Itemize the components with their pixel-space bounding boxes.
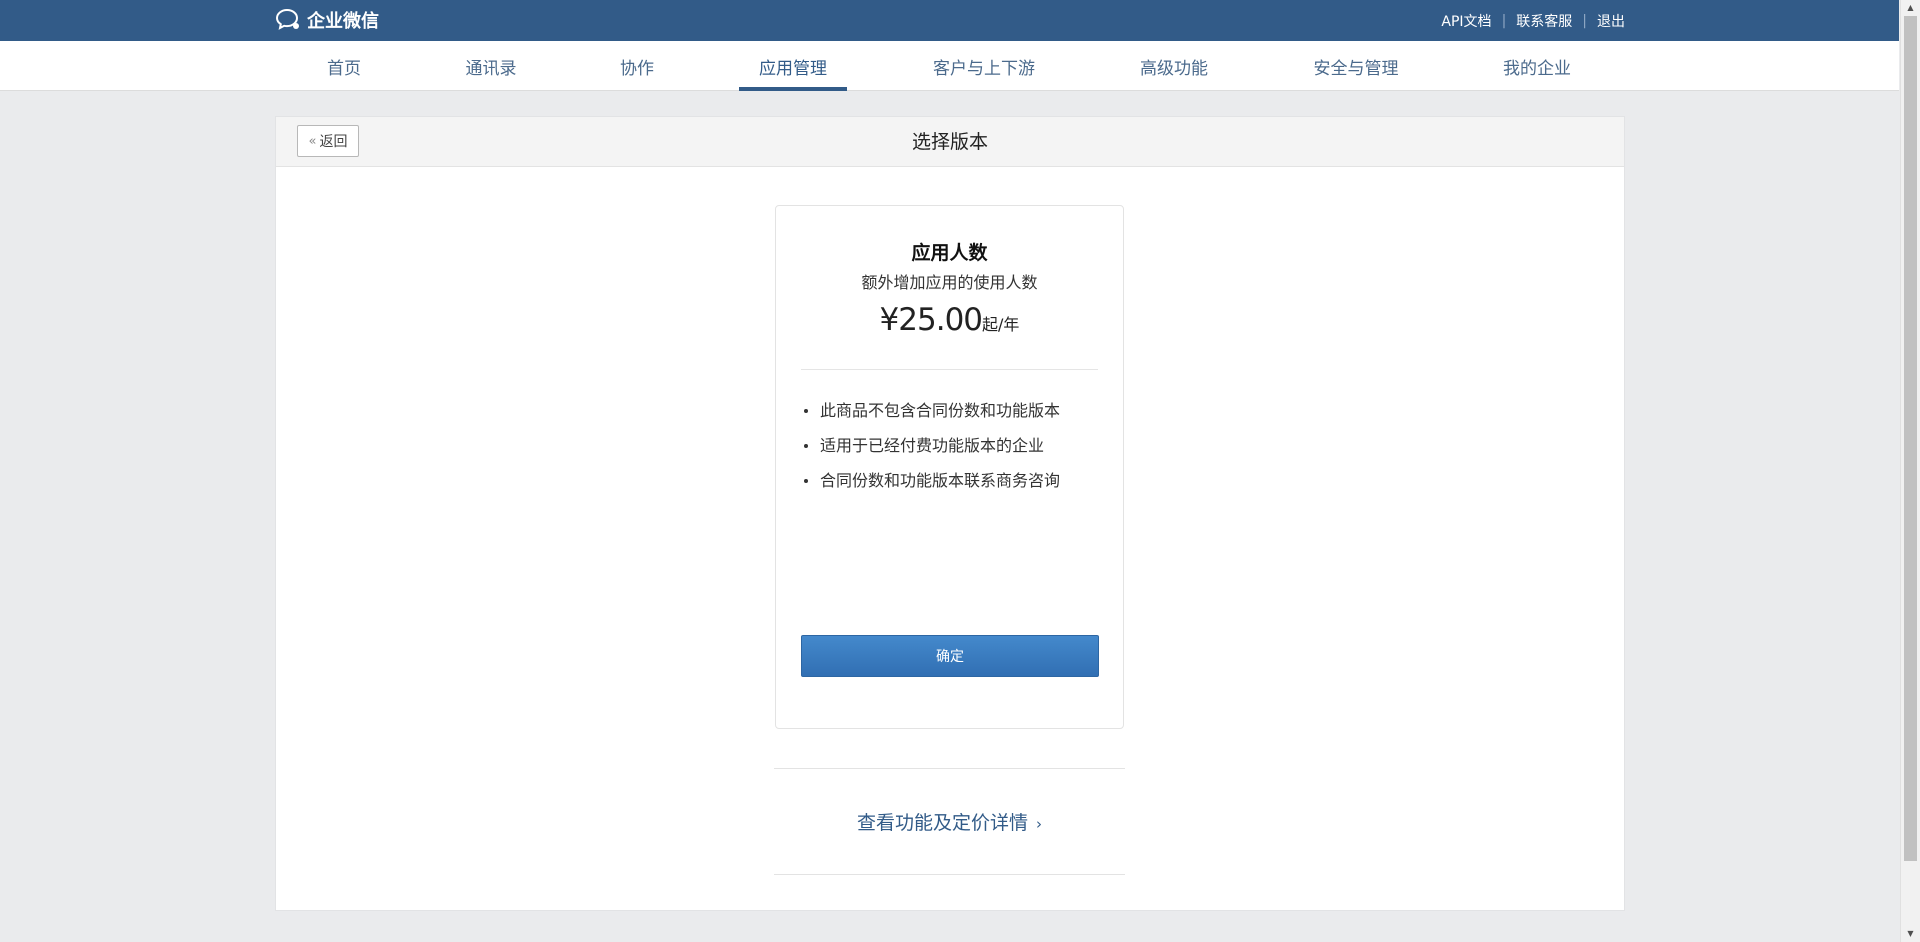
logo[interactable]: 企业微信 [275,8,379,32]
separator: | [1582,13,1587,29]
nav-app-management[interactable]: 应用管理 [739,41,847,91]
plan-title: 应用人数 [911,242,988,264]
price-unit: 起/年 [982,315,1020,334]
api-docs-link[interactable]: API文档 [1441,11,1491,31]
page-title: 选择版本 [911,131,988,153]
nav-contacts[interactable]: 通讯录 [457,41,525,91]
plan-subtitle: 额外增加应用的使用人数 [861,273,1038,292]
feature-item: 适用于已经付费功能版本的企业 [801,435,1060,470]
price-amount: ¥25.00 [879,302,983,338]
back-button[interactable]: « 返回 [297,125,359,157]
panel-header: 选择版本 « 返回 [276,117,1624,167]
top-links: API文档 | 联系客服 | 退出 [1441,11,1625,31]
nav-my-enterprise[interactable]: 我的企业 [1497,41,1577,91]
feature-item: 此商品不包含合同份数和功能版本 [801,400,1060,435]
nav-home[interactable]: 首页 [316,41,372,91]
nav-advanced[interactable]: 高级功能 [1134,41,1214,91]
scroll-down-arrow-icon[interactable]: ▼ [1901,926,1920,942]
contact-support-link[interactable]: 联系客服 [1516,11,1572,31]
chevron-right-icon: › [1036,815,1042,833]
divider [774,874,1125,875]
back-label: 返回 [319,134,348,150]
confirm-button[interactable]: 确定 [801,635,1099,677]
vertical-scrollbar[interactable]: ▲ ▼ [1900,0,1920,942]
logout-link[interactable]: 退出 [1597,11,1625,31]
scroll-up-arrow-icon[interactable]: ▲ [1901,0,1920,16]
main-nav: 首页 通讯录 协作 应用管理 客户与上下游 高级功能 安全与管理 我的企业 [0,41,1899,91]
logo-text: 企业微信 [307,11,379,32]
top-header: 企业微信 API文档 | 联系客服 | 退出 [0,0,1899,41]
feature-list: 此商品不包含合同份数和功能版本 适用于已经付费功能版本的企业 合同份数和功能版本… [801,400,1060,505]
separator: | [1501,13,1507,29]
plan-card: 应用人数 额外增加应用的使用人数 ¥25.00起/年 此商品不包含合同份数和功能… [775,205,1124,729]
scroll-thumb[interactable] [1904,16,1917,861]
plan-price: ¥25.00起/年 [776,302,1123,338]
nav-customers[interactable]: 客户与上下游 [925,41,1043,91]
wecom-logo-icon [275,8,299,30]
main-panel: 选择版本 « 返回 应用人数 额外增加应用的使用人数 ¥25.00起/年 此商品… [275,116,1625,911]
nav-collaboration[interactable]: 协作 [608,41,666,91]
nav-security[interactable]: 安全与管理 [1306,41,1406,91]
pricing-details-label: 查看功能及定价详情 [856,812,1028,834]
divider [801,369,1098,370]
divider [774,768,1125,769]
double-chevron-left-icon: « [308,133,317,149]
feature-item: 合同份数和功能版本联系商务咨询 [801,470,1060,505]
pricing-details-link[interactable]: 查看功能及定价详情 › [774,808,1125,835]
